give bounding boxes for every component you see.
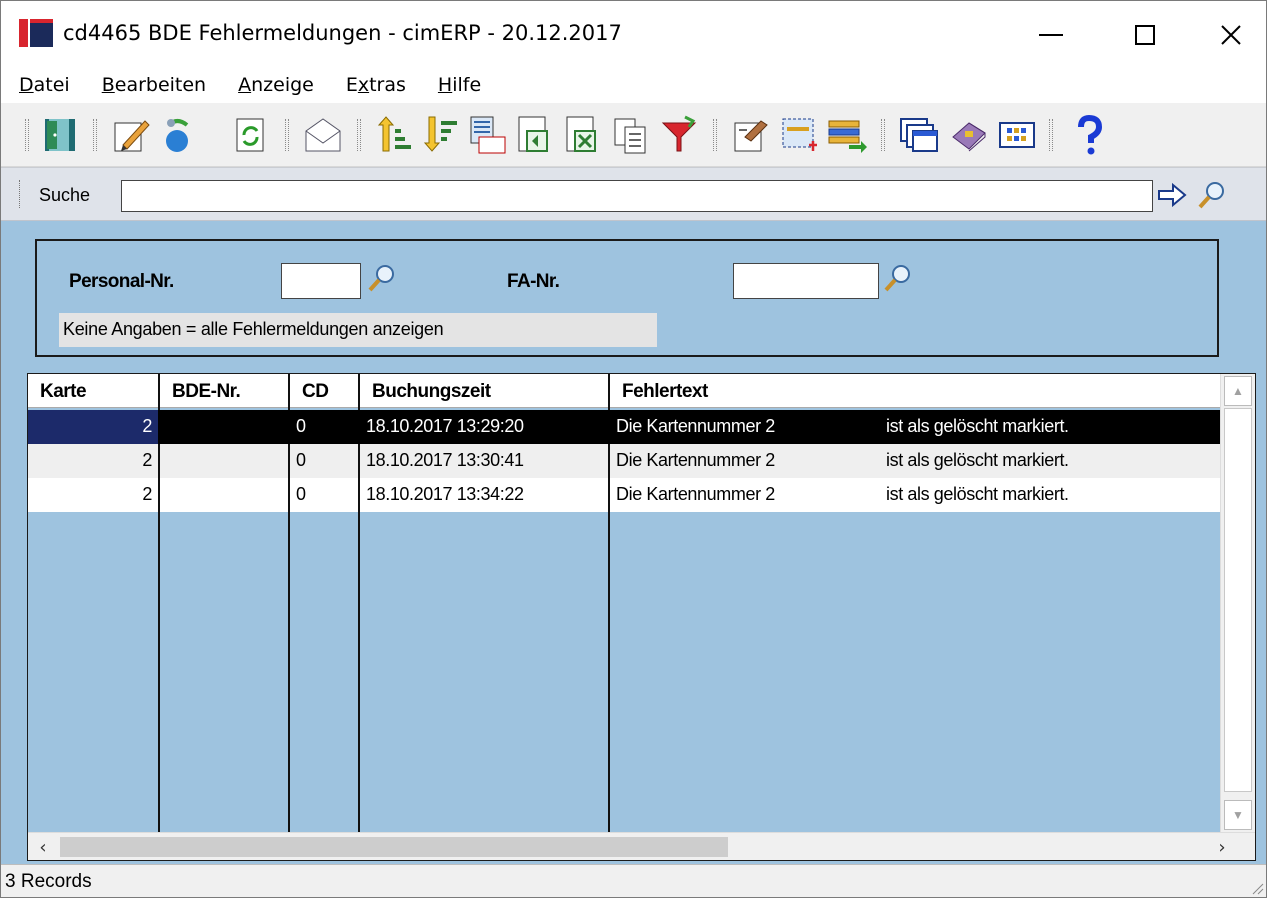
mail-icon[interactable] — [303, 115, 343, 155]
search-input[interactable] — [121, 180, 1153, 212]
cell-cd[interactable]: 0 — [290, 444, 358, 478]
search-bar: Suche — [1, 167, 1266, 221]
scroll-down-button[interactable]: ▼ — [1224, 800, 1252, 830]
results-table: Karte BDE-Nr. CD Buchungszeit Fehlertext… — [27, 373, 1256, 861]
column-header-bde-nr[interactable]: BDE-Nr. — [160, 374, 288, 408]
cell-fehlertext[interactable]: Die Kartennummer 2 — [610, 410, 880, 444]
table-row[interactable]: 2 0 18.10.2017 13:34:22 Die Kartennummer… — [28, 478, 1220, 512]
menu-datei[interactable]: Datei — [13, 74, 84, 96]
cell-fehlertext-detail[interactable]: ist als gelöscht markiert. — [880, 410, 1220, 444]
app-window: cd4465 BDE Fehlermeldungen - cimERP - 20… — [0, 0, 1267, 898]
cell-bde-nr[interactable] — [160, 410, 288, 444]
main-area: Personal-Nr. FA-Nr. Keine Angaben = alle… — [1, 221, 1266, 864]
search-label: Suche — [39, 185, 91, 205]
status-bar: 3 Records — [1, 864, 1266, 897]
select-area-icon[interactable] — [779, 115, 819, 155]
menu-extras[interactable]: Extras — [340, 74, 420, 96]
insert-record-icon[interactable] — [827, 115, 867, 155]
exit-door-icon[interactable] — [41, 115, 81, 155]
cell-buchungszeit[interactable]: 18.10.2017 13:29:20 — [360, 410, 608, 444]
minimize-icon — [1039, 34, 1063, 36]
cell-fehlertext-detail[interactable]: ist als gelöscht markiert. — [880, 444, 1220, 478]
cell-bde-nr[interactable] — [160, 478, 288, 512]
close-icon — [1221, 25, 1241, 45]
scroll-right-button[interactable]: › — [1207, 833, 1237, 860]
filter-icon[interactable] — [659, 115, 699, 155]
scroll-up-button[interactable]: ▲ — [1224, 376, 1252, 406]
sort-descending-icon[interactable] — [421, 115, 461, 155]
help-icon[interactable] — [1069, 115, 1109, 155]
column-header-karte[interactable]: Karte — [28, 374, 158, 408]
refresh-icon[interactable] — [231, 115, 271, 155]
menu-hilfe[interactable]: Hilfe — [432, 74, 495, 96]
scroll-left-button[interactable]: ‹ — [28, 833, 58, 860]
toolbar-grip — [25, 119, 29, 151]
minimize-button[interactable] — [1021, 7, 1081, 63]
recycle-icon[interactable] — [157, 115, 197, 155]
menu-bearbeiten[interactable]: Bearbeiten — [96, 74, 220, 96]
cell-fehlertext[interactable]: Die Kartennummer 2 — [610, 444, 880, 478]
filter-hint: Keine Angaben = alle Fehlermeldungen anz… — [59, 313, 657, 347]
horizontal-scroll-thumb[interactable] — [60, 837, 728, 857]
sort-ascending-icon[interactable] — [375, 115, 415, 155]
column-header-buchungszeit[interactable]: Buchungszeit — [360, 374, 608, 408]
windows-icon[interactable] — [899, 115, 939, 155]
column-header-fehlertext[interactable]: Fehlertext — [610, 374, 1220, 408]
grid-view-icon[interactable] — [997, 115, 1037, 155]
cell-buchungszeit[interactable]: 18.10.2017 13:30:41 — [360, 444, 608, 478]
cell-fehlertext-detail[interactable]: ist als gelöscht markiert. — [880, 478, 1220, 512]
copy-icon[interactable] — [611, 115, 651, 155]
cell-karte[interactable]: 2 — [28, 410, 158, 444]
close-button[interactable] — [1201, 7, 1261, 63]
cell-buchungszeit[interactable]: 18.10.2017 13:34:22 — [360, 478, 608, 512]
cell-bde-nr[interactable] — [160, 444, 288, 478]
horizontal-scrollbar[interactable]: ‹ › — [28, 832, 1255, 860]
export-excel-icon[interactable] — [563, 115, 603, 155]
personal-nr-label: Personal-Nr. — [69, 271, 174, 292]
resize-grip-icon[interactable] — [1248, 879, 1264, 895]
cell-karte[interactable]: 2 — [28, 478, 158, 512]
cell-cd[interactable]: 0 — [290, 410, 358, 444]
vertical-scroll-thumb[interactable] — [1224, 408, 1252, 792]
maximize-icon — [1135, 25, 1155, 45]
go-arrow-icon[interactable] — [1157, 182, 1189, 208]
export-page-icon[interactable] — [515, 115, 555, 155]
record-count: 3 Records — [5, 871, 92, 892]
fa-nr-label: FA-Nr. — [507, 271, 560, 292]
cell-fehlertext[interactable]: Die Kartennummer 2 — [610, 478, 880, 512]
edit-pencil-icon[interactable] — [111, 115, 151, 155]
book-icon[interactable] — [949, 115, 989, 155]
personal-nr-search-icon[interactable] — [367, 263, 397, 293]
maximize-button[interactable] — [1115, 7, 1175, 63]
title-bar[interactable]: cd4465 BDE Fehlermeldungen - cimERP - 20… — [1, 1, 1266, 67]
fa-nr-input[interactable] — [733, 263, 879, 299]
filter-panel: Personal-Nr. FA-Nr. Keine Angaben = alle… — [35, 239, 1219, 357]
number-list-icon[interactable] — [467, 115, 507, 155]
vertical-scrollbar[interactable]: ▲ ▼ — [1220, 374, 1255, 832]
menu-bar: Datei Bearbeiten Anzeige Extras Hilfe — [1, 67, 1266, 103]
search-icon[interactable] — [1197, 180, 1227, 210]
column-header-cd[interactable]: CD — [290, 374, 358, 408]
cell-karte[interactable]: 2 — [28, 444, 158, 478]
app-logo-icon — [19, 19, 53, 47]
table-row[interactable]: 2 0 18.10.2017 13:29:20 Die Kartennummer… — [28, 410, 1220, 444]
menu-anzeige[interactable]: Anzeige — [232, 74, 328, 96]
table-row[interactable]: 2 0 18.10.2017 13:30:41 Die Kartennummer… — [28, 444, 1220, 478]
fa-nr-search-icon[interactable] — [883, 263, 913, 293]
window-title: cd4465 BDE Fehlermeldungen - cimERP - 20… — [63, 21, 622, 45]
properties-icon[interactable] — [731, 115, 771, 155]
search-grip — [19, 180, 21, 208]
personal-nr-input[interactable] — [281, 263, 361, 299]
toolbar — [1, 103, 1266, 167]
cell-cd[interactable]: 0 — [290, 478, 358, 512]
